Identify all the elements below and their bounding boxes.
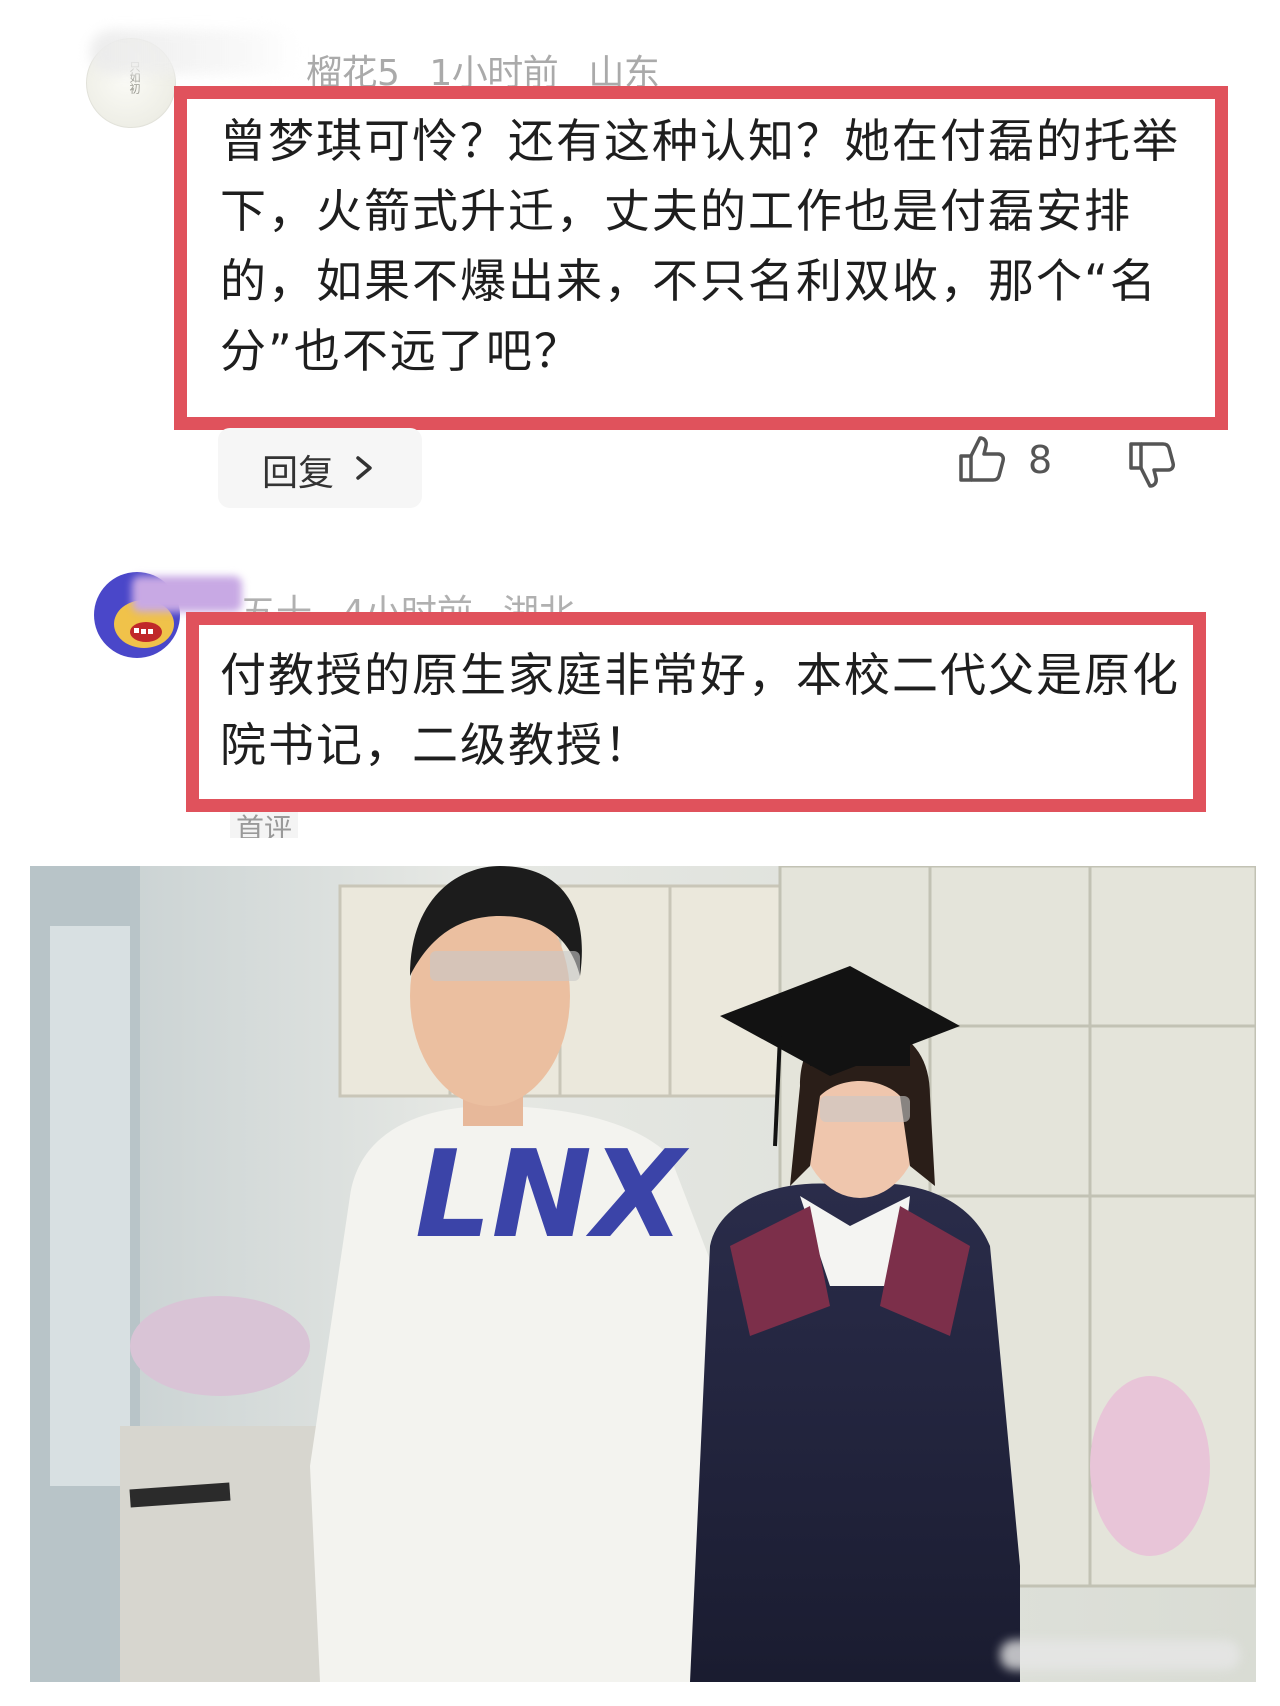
comment-text: 付教授的原生家庭非常好，本校二代父是原化院书记，二级教授！ [220,648,1180,772]
reply-label: 回复 [262,453,335,494]
username-blur [132,576,242,612]
chevron-right-icon [356,456,372,480]
username-blur [90,30,300,74]
shirt-logo: LNX [415,1126,690,1265]
photo-illustration: LNX [30,866,1256,1682]
comment-text: 曾梦琪可怜？还有这种认知？她在付磊的托举下，火箭式升迁，丈夫的工作也是付磊安排的… [220,114,1180,378]
thumbs-up-icon[interactable] [955,432,1009,486]
like-count: 8 [1028,438,1053,482]
first-comment-badge: 首评 [230,812,299,838]
attached-photo[interactable]: LNX [30,866,1256,1682]
thumbs-down-icon[interactable] [1125,438,1179,492]
watermark-blur [1000,1640,1240,1670]
comment-meta: 榴花5 1小时前 山东 [306,44,689,94]
